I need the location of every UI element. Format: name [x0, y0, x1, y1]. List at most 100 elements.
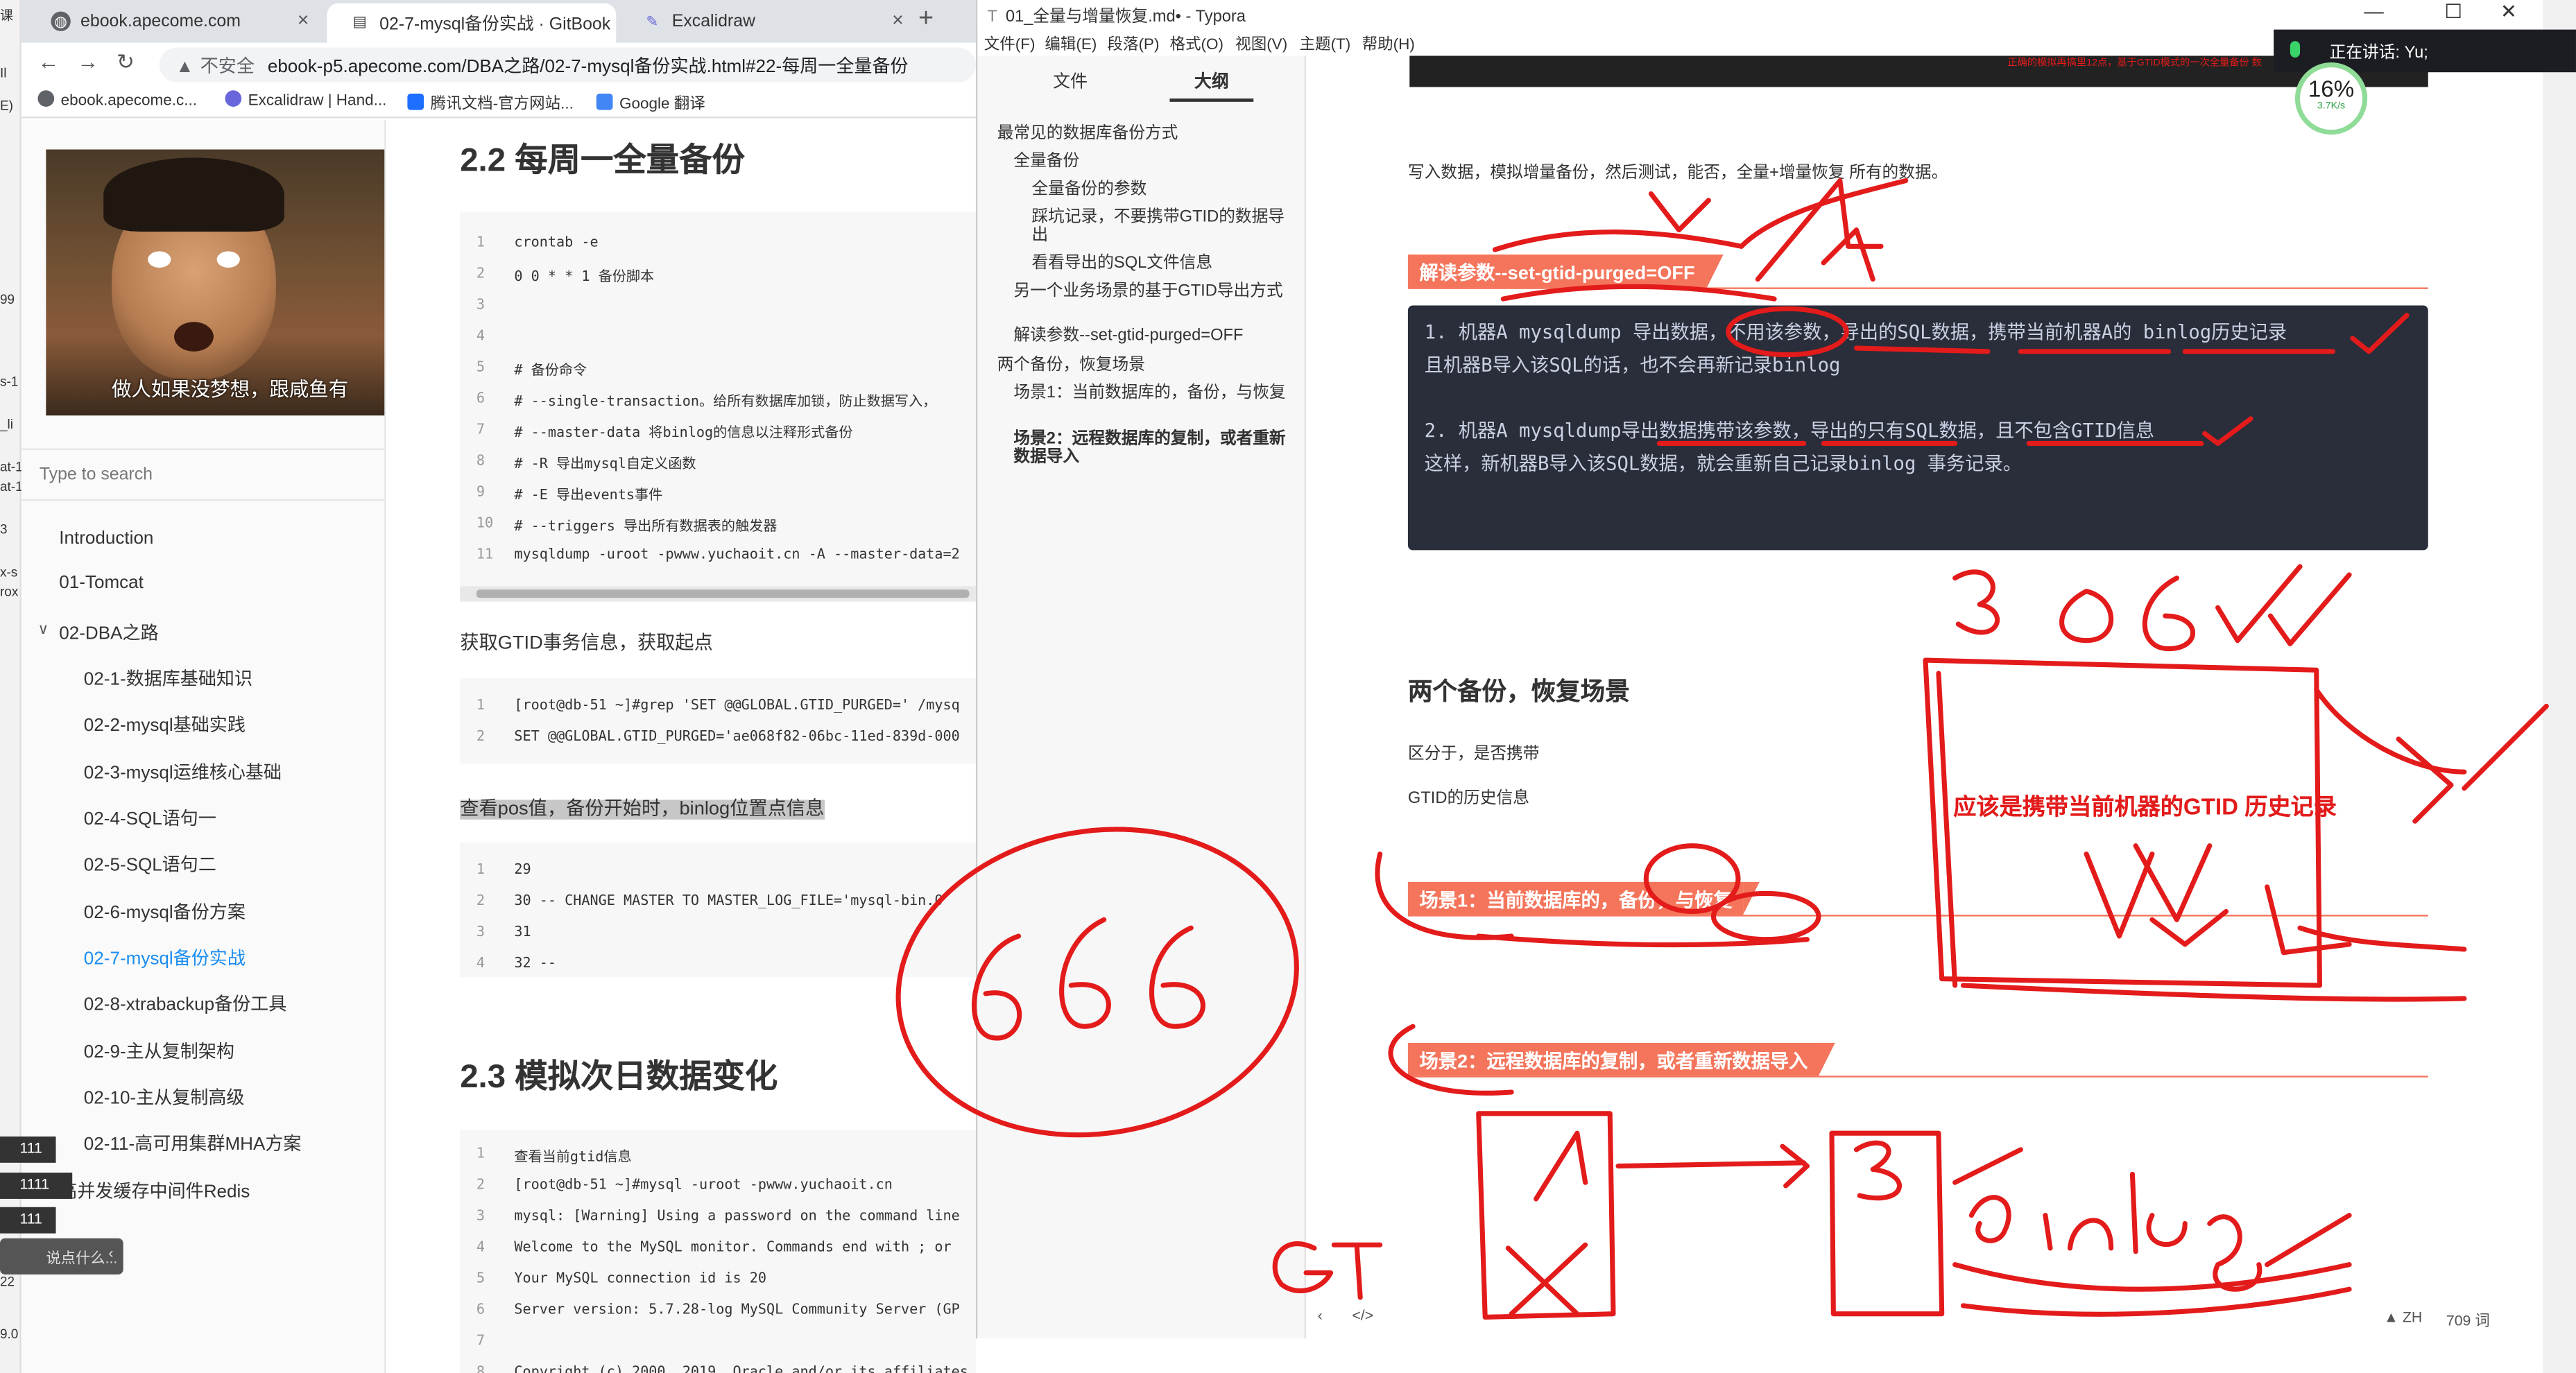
float-label: 1111: [0, 1173, 73, 1199]
excalidraw-icon: ✎: [646, 12, 659, 30]
line-number: 4: [476, 328, 486, 345]
minimize-icon[interactable]: —: [2364, 0, 2383, 23]
nav-item-dba[interactable]: 02-DBA之路: [59, 619, 158, 646]
tab-gitbook[interactable]: ▤ 02-7-mysql备份实战 · GitBook: [327, 3, 617, 43]
line-number: 1: [476, 1146, 486, 1163]
code-line: crontab -e: [514, 234, 599, 252]
nav-item-redis[interactable]: 高并发缓存中间件Redis: [59, 1177, 250, 1204]
line-number: 9: [476, 484, 486, 501]
bookmark-excalidraw[interactable]: Excalidraw | Hand...: [225, 90, 386, 110]
bookmarks-bar: ebook.apecome.c... Excalidraw | Hand... …: [21, 85, 976, 119]
menu-format[interactable]: 格式(O): [1169, 31, 1223, 54]
outline-item[interactable]: 另一个业务场景的基于GTID导出方式: [1013, 282, 1289, 300]
menu-theme[interactable]: 主题(T): [1300, 31, 1351, 54]
code-line: # --single-transaction。给所有数据库加锁，防止数据写入，: [514, 394, 937, 411]
code-line: mysql: [Warning] Using a password on the…: [514, 1209, 960, 1225]
menu-file[interactable]: 文件(F): [984, 31, 1036, 54]
nav-item-02-8[interactable]: 02-8-xtrabackup备份工具: [84, 990, 287, 1017]
language-indicator[interactable]: ▲ ZH: [2384, 1309, 2422, 1326]
excalidraw-icon: [225, 90, 242, 107]
horizontal-scrollbar[interactable]: [460, 586, 976, 601]
code-block-gtid-info: 1 查看当前gtid信息 2 [root@db-51 ~]#mysql -uroot …: [460, 1130, 976, 1373]
chat-bubble[interactable]: 说点什么... ‹: [0, 1238, 123, 1275]
code-line: Server version: 5.7.28-log MySQL Communi…: [514, 1302, 960, 1319]
chevron-down-icon[interactable]: ∨: [37, 621, 49, 639]
tab-excalidraw[interactable]: ✎ Excalidraw ×: [619, 3, 915, 43]
code-line: Your MySQL connection id is 20: [514, 1271, 767, 1288]
source-code-icon[interactable]: </>: [1352, 1307, 1373, 1324]
chevron-left-icon[interactable]: ‹: [1318, 1307, 1323, 1324]
paragraph-pos: 查看pos值，备份开始时，binlog位置点信息: [460, 800, 825, 820]
outline-item[interactable]: 看看导出的SQL文件信息: [1031, 254, 1289, 273]
menu-view[interactable]: 视图(V): [1235, 31, 1287, 54]
code-line: 31: [514, 924, 531, 942]
editor-pane[interactable]: 写入数据，模拟增量备份，然后测试，能否，全量+增量恢复 所有的数据。 解读参数-…: [1306, 55, 2545, 1339]
line-number: 10: [476, 515, 494, 533]
outline-item[interactable]: 全量备份的参数: [1031, 181, 1289, 199]
network-speed-badge[interactable]: 16% 3.7K/s: [2294, 62, 2368, 135]
code-line: # -E 导出events事件: [514, 487, 663, 505]
nav-item-02-4[interactable]: 02-4-SQL语句一: [84, 805, 216, 831]
code-line: # --triggers 导出所有数据表的触发器: [514, 519, 778, 536]
paragraph-diff1: 区分于，是否携带: [1407, 745, 1540, 764]
tab-outline[interactable]: 大纲: [1169, 69, 1254, 102]
code-line: # 备份命令: [514, 363, 587, 380]
sidebar-meme-image: 做人如果没梦想，跟咸鱼有: [46, 149, 385, 416]
nav-item-02-7[interactable]: 02-7-mysql备份实战: [84, 944, 246, 971]
menu-help[interactable]: 帮助(H): [1362, 31, 1415, 54]
line-number: 11: [476, 546, 494, 564]
new-tab-icon[interactable]: +: [918, 5, 934, 35]
nav-item-02-6[interactable]: 02-6-mysql备份方案: [84, 899, 246, 925]
heading-next-day: 2.3 模拟次日数据变化: [460, 1059, 778, 1096]
nav-item-02-5[interactable]: 02-5-SQL语句二: [84, 851, 216, 877]
close-icon[interactable]: ×: [892, 8, 904, 31]
outline-item[interactable]: 两个备份，恢复场景: [997, 356, 1290, 374]
menu-edit[interactable]: 编辑(E): [1045, 31, 1097, 54]
code-line: [root@db-51 ~]#mysql -uroot -pwww.yuchao…: [514, 1177, 893, 1194]
close-icon[interactable]: ×: [298, 8, 309, 31]
tab-files[interactable]: 文件: [1053, 69, 1088, 94]
code-line: SET @@GLOBAL.GTID_PURGED='ae068f82-06bc-…: [514, 729, 960, 746]
forward-icon[interactable]: →: [77, 49, 98, 74]
code-line: 30 -- CHANGE MASTER TO MASTER_LOG_FILE='…: [514, 893, 943, 910]
back-icon[interactable]: ←: [37, 49, 59, 74]
bookmark-tencent-docs[interactable]: 腾讯文档-官方网站...: [407, 90, 574, 113]
outline-item[interactable]: 最常见的数据库备份方式: [997, 125, 1290, 143]
bookmark-google-translate[interactable]: Google 翻译: [596, 90, 705, 113]
line-number: 2: [476, 893, 486, 910]
search-input[interactable]: Type to search: [21, 448, 386, 501]
outline-item[interactable]: 场景2：远程数据库的复制，或者重新数据导入: [1013, 431, 1289, 467]
nav-item-02-9[interactable]: 02-9-主从复制架构: [84, 1038, 234, 1064]
outline-item[interactable]: 解读参数--set-gtid-purged=OFF: [1013, 327, 1289, 345]
paragraph-intro: 写入数据，模拟增量备份，然后测试，能否，全量+增量恢复 所有的数据。: [1407, 164, 1948, 182]
bookmark-ebook[interactable]: ebook.apecome.c...: [37, 90, 197, 110]
menu-paragraph[interactable]: 段落(P): [1107, 31, 1159, 54]
nav-item-tomcat[interactable]: 01-Tomcat: [59, 573, 144, 593]
maximize-icon[interactable]: ☐: [2444, 0, 2462, 23]
reload-icon[interactable]: ↻: [117, 49, 135, 76]
translate-icon: [596, 93, 613, 110]
typora-window: T 01_全量与增量恢复.md• - Typora — ☐ ✕ 文件(F) 编辑(…: [975, 0, 2545, 1339]
outline-item[interactable]: 踩坑记录，不要携带GTID的数据导出: [1031, 209, 1289, 245]
nav-item-02-3[interactable]: 02-3-mysql运维核心基础: [84, 759, 282, 785]
warning-icon: ▲: [175, 57, 194, 78]
tab-bar: ◍ ebook.apecome.com × ▤ 02-7-mysql备份实战 ·…: [21, 0, 976, 43]
url-input[interactable]: ▲ 不安全 ebook-p5.apecome.com/DBA之路/02-7-mysq…: [159, 47, 976, 83]
heading-weekly-backup: 2.2 每周一全量备份: [460, 143, 745, 180]
chevron-left-icon[interactable]: ‹: [108, 1245, 113, 1261]
nav-item-02-1[interactable]: 02-1-数据库基础知识: [84, 665, 252, 691]
line-number: 8: [476, 1365, 485, 1373]
code-line: 29: [514, 862, 531, 879]
nav-item-02-2[interactable]: 02-2-mysql基础实践: [84, 711, 246, 738]
outline-item[interactable]: 全量备份: [1013, 153, 1289, 171]
word-count[interactable]: 709 词: [2446, 1309, 2490, 1331]
globe-icon: [37, 90, 55, 107]
outline-item[interactable]: 场景1：当前数据库的，备份，与恢复: [1013, 384, 1289, 402]
globe-icon: ◍: [51, 11, 71, 31]
ink-annotation-small: 正确的模拟再搞里12点，基于GTID模式的一次全量备份 数: [2007, 59, 2262, 69]
nav-item-02-10[interactable]: 02-10-主从复制高级: [84, 1084, 245, 1110]
nav-item-02-11[interactable]: 02-11-高可用集群MHA方案: [84, 1130, 302, 1156]
close-icon[interactable]: ✕: [2500, 0, 2517, 23]
nav-item-introduction[interactable]: Introduction: [59, 529, 153, 549]
tab-ebook[interactable]: ◍ ebook.apecome.com ×: [28, 3, 320, 43]
